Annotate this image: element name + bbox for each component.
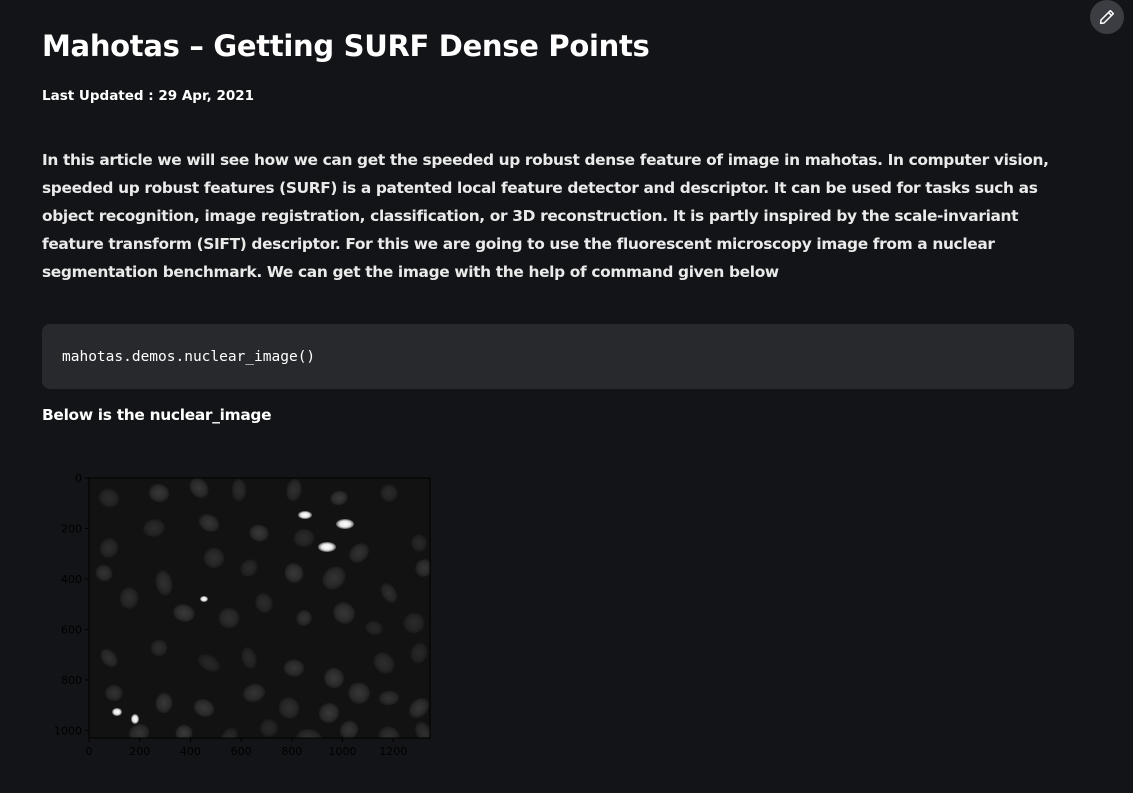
article-intro: In this article we will see how we can g… <box>42 151 1049 281</box>
x-tick-label: 1200 <box>379 745 407 758</box>
y-tick-label: 200 <box>61 522 82 535</box>
edit-button[interactable] <box>1090 0 1124 34</box>
bright-nucleus <box>131 714 139 724</box>
x-tick-label: 600 <box>231 745 252 758</box>
x-tick-label: 1000 <box>329 745 357 758</box>
code-block[interactable]: mahotas.demos.nuclear_image() <box>42 324 1074 389</box>
y-tick-label: 400 <box>61 573 82 586</box>
x-tick-label: 800 <box>281 745 302 758</box>
code-text[interactable]: mahotas.demos.nuclear_image() <box>62 349 315 365</box>
bright-nucleus <box>336 519 354 529</box>
y-axis: 0 200 400 600 800 1000 <box>54 472 89 737</box>
x-tick-label: 0 <box>86 745 93 758</box>
bright-nucleus <box>318 542 336 552</box>
nuclear-image-figure: 0 200 400 600 800 1000 1200 0 200 400 600 800 1000 <box>42 460 452 770</box>
bright-nucleus <box>200 596 208 602</box>
bright-nucleus <box>112 708 122 716</box>
article-title: Mahotas – Getting SURF Dense Points <box>42 29 650 63</box>
y-tick-label: 1000 <box>54 724 82 737</box>
y-tick-label: 800 <box>61 674 82 687</box>
nuclear-image-plot: 0 200 400 600 800 1000 1200 0 200 400 600 800 1000 <box>54 472 431 758</box>
image-caption: Below is the nuclear_image <box>42 406 272 424</box>
y-tick-label: 600 <box>61 623 82 636</box>
nucleus <box>231 478 247 502</box>
bright-nucleus <box>298 511 312 519</box>
last-updated: Last Updated : 29 Apr, 2021 <box>42 88 255 104</box>
x-tick-label: 200 <box>129 745 150 758</box>
pencil-icon <box>1099 9 1115 25</box>
y-tick-label: 0 <box>75 472 82 485</box>
x-tick-label: 400 <box>180 745 201 758</box>
x-axis: 0 200 400 600 800 1000 1200 <box>86 738 407 758</box>
